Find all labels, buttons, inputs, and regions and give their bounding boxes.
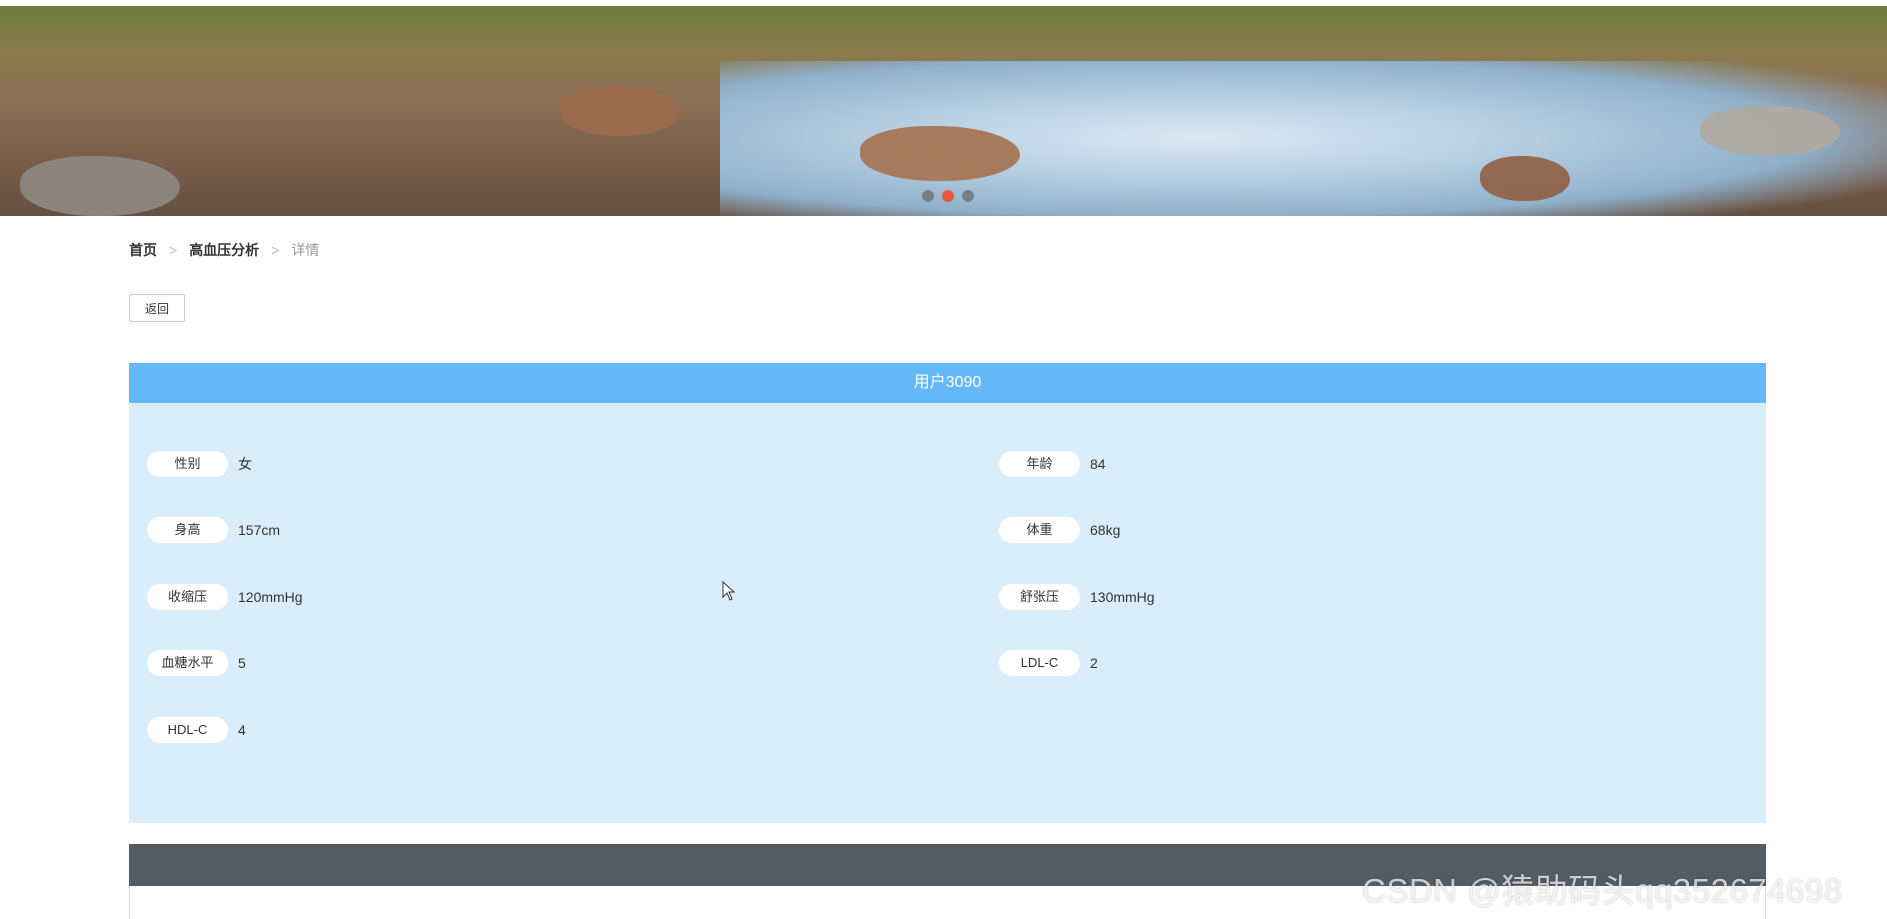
- field-ldl: LDL-C 2: [999, 650, 1098, 676]
- field-label: HDL-C: [147, 717, 228, 743]
- field-value: 130mmHg: [1090, 589, 1155, 605]
- back-button[interactable]: 返回: [129, 294, 185, 322]
- carousel-dot-1[interactable]: [922, 190, 934, 202]
- banner-image-rock: [1700, 106, 1840, 156]
- field-systolic: 收缩压 120mmHg: [147, 584, 303, 610]
- field-label: 舒张压: [999, 584, 1080, 610]
- banner-image-rock: [20, 156, 180, 216]
- field-height: 身高 157cm: [147, 517, 280, 543]
- carousel-indicators: [922, 190, 974, 202]
- banner-image-rock: [1480, 156, 1570, 201]
- field-label: 身高: [147, 517, 228, 543]
- field-label: LDL-C: [999, 650, 1080, 676]
- field-diastolic: 舒张压 130mmHg: [999, 584, 1155, 610]
- breadcrumb-separator: >: [271, 242, 280, 258]
- field-label: 性别: [147, 451, 228, 477]
- field-label: 体重: [999, 517, 1080, 543]
- field-value: 84: [1090, 456, 1106, 472]
- field-value: 68kg: [1090, 522, 1121, 538]
- field-value: 4: [238, 722, 246, 738]
- field-value: 女: [238, 456, 252, 472]
- carousel-dot-3[interactable]: [962, 190, 974, 202]
- field-value: 2: [1090, 655, 1098, 671]
- breadcrumb: 首页 > 高血压分析 > 详情: [129, 240, 319, 260]
- watermark-text: CSDN @猿助码头qq352674698: [1362, 872, 1843, 909]
- breadcrumb-separator: >: [169, 242, 178, 258]
- detail-title: 用户3090: [129, 363, 1766, 403]
- field-value: 157cm: [238, 522, 281, 538]
- field-label: 收缩压: [147, 584, 228, 610]
- banner-image-rock: [560, 86, 680, 136]
- breadcrumb-section[interactable]: 高血压分析: [189, 240, 259, 260]
- mouse-cursor-icon: [722, 581, 736, 601]
- carousel-dot-2[interactable]: [942, 190, 954, 202]
- field-blood-sugar: 血糖水平 5: [147, 650, 246, 676]
- detail-card: 用户3090 性别 女 年龄 84 身高 157cm 体重 68kg 收缩压 1…: [129, 363, 1766, 823]
- field-label: 血糖水平: [147, 650, 228, 676]
- field-gender: 性别 女: [147, 451, 252, 477]
- banner-carousel[interactable]: [0, 6, 1887, 216]
- field-value: 5: [238, 655, 246, 671]
- banner-image-rock: [860, 126, 1020, 181]
- breadcrumb-current: 详情: [291, 242, 320, 258]
- field-age: 年龄 84: [999, 451, 1106, 477]
- field-value: 120mmHg: [238, 589, 303, 605]
- breadcrumb-home[interactable]: 首页: [129, 240, 157, 260]
- field-weight: 体重 68kg: [999, 517, 1120, 543]
- field-label: 年龄: [999, 451, 1080, 477]
- field-hdl: HDL-C 4: [147, 717, 246, 743]
